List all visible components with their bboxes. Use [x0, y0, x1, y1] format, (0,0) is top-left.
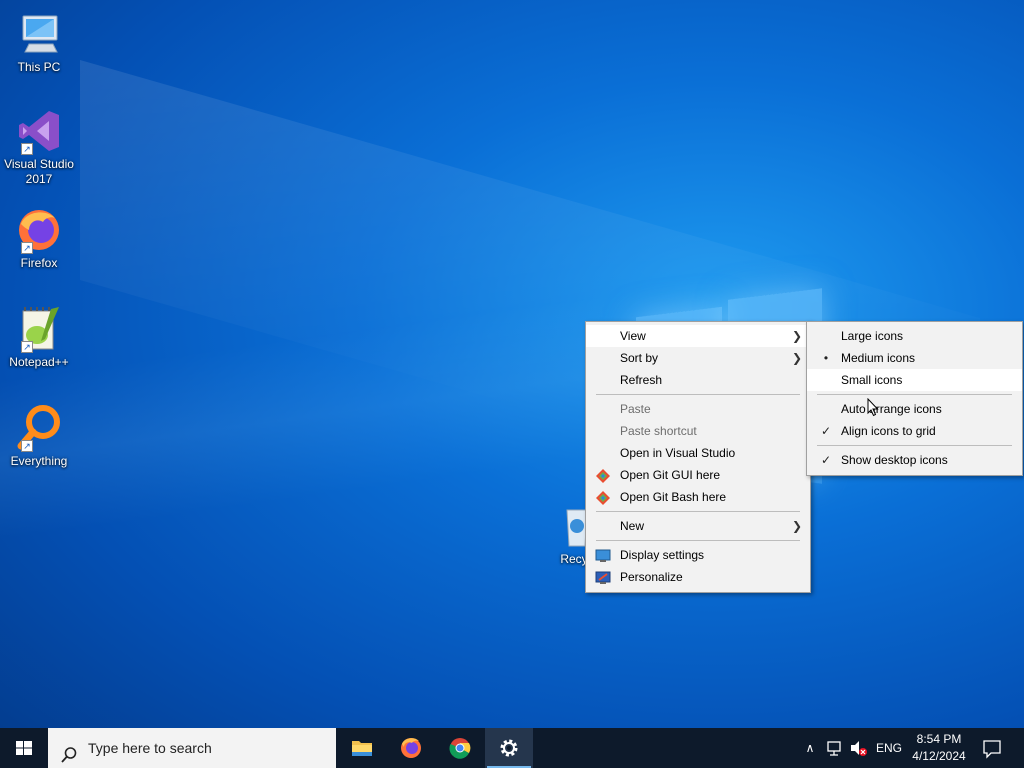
- desktop-icon-label: This PC: [17, 60, 61, 74]
- desktop-icon-visual-studio[interactable]: ↗ Visual Studio 2017: [0, 107, 78, 187]
- submenu-item-align-icons-to-grid[interactable]: ✓ Align icons to grid: [807, 420, 1022, 442]
- desktop-icon-label: Visual Studio 2017: [4, 157, 74, 186]
- windows-logo-icon: [16, 741, 32, 755]
- menu-separator: [817, 445, 1012, 446]
- menu-item-sort-by[interactable]: Sort by ❯: [586, 347, 810, 369]
- submenu-item-large-icons[interactable]: Large icons: [807, 325, 1022, 347]
- radio-bullet-icon: •: [823, 351, 829, 365]
- clock-date: 4/12/2024: [912, 749, 966, 763]
- desktop-icon-notepad-plus-plus[interactable]: ↗ Notepad++: [0, 305, 78, 370]
- taskbar: Type here to search ∧ ENG 8:54 PM 4/12/2…: [0, 728, 1024, 768]
- menu-item-paste[interactable]: Paste: [586, 398, 810, 420]
- visual-studio-icon: ↗: [15, 107, 63, 155]
- taskbar-app-chrome[interactable]: [436, 728, 484, 768]
- file-explorer-icon: [352, 741, 372, 756]
- desktop-icon-everything[interactable]: ↗ Everything: [0, 404, 78, 469]
- display-settings-icon: [595, 548, 611, 562]
- notepad-plus-plus-icon: ↗: [15, 305, 63, 353]
- this-pc-icon: [15, 10, 63, 58]
- language-indicator[interactable]: ENG: [876, 728, 902, 768]
- menu-item-open-git-bash[interactable]: Open Git Bash here: [586, 486, 810, 508]
- search-icon: [60, 739, 78, 763]
- network-icon[interactable]: [825, 728, 845, 768]
- desktop-icon-this-pc[interactable]: This PC: [0, 10, 78, 75]
- menu-item-open-in-visual-studio[interactable]: Open in Visual Studio: [586, 442, 810, 464]
- taskbar-search-box[interactable]: Type here to search: [48, 728, 336, 768]
- menu-item-paste-shortcut[interactable]: Paste shortcut: [586, 420, 810, 442]
- everything-search-icon: ↗: [15, 404, 63, 452]
- menu-separator: [596, 540, 800, 541]
- firefox-icon: ↗: [15, 206, 63, 254]
- desktop-icon-label: Notepad++: [9, 355, 69, 369]
- menu-item-open-git-gui[interactable]: Open Git GUI here: [586, 464, 810, 486]
- mouse-cursor-icon: [867, 397, 879, 417]
- menu-item-refresh[interactable]: Refresh: [586, 369, 810, 391]
- firefox-icon: [401, 738, 421, 758]
- action-center-icon[interactable]: [982, 728, 1002, 768]
- menu-separator: [596, 511, 800, 512]
- shortcut-arrow-icon: ↗: [21, 341, 33, 353]
- shortcut-arrow-icon: ↗: [21, 242, 33, 254]
- submenu-item-small-icons[interactable]: Small icons: [807, 369, 1022, 391]
- personalize-icon: [595, 570, 611, 584]
- start-button[interactable]: [0, 728, 48, 768]
- menu-item-personalize[interactable]: Personalize: [586, 566, 810, 588]
- chevron-right-icon: ❯: [791, 329, 802, 343]
- taskbar-app-firefox[interactable]: [387, 728, 435, 768]
- shortcut-arrow-icon: ↗: [21, 143, 33, 155]
- chrome-icon: [449, 738, 471, 759]
- submenu-item-auto-arrange-icons[interactable]: Auto arrange icons: [807, 398, 1022, 420]
- checkmark-icon: ✓: [820, 453, 832, 467]
- search-placeholder: Type here to search: [88, 740, 212, 756]
- git-bash-icon: [595, 490, 611, 505]
- clock-time: 8:54 PM: [916, 732, 962, 746]
- desktop-context-menu: View ❯ Sort by ❯ Refresh Paste Paste sho…: [585, 321, 811, 593]
- chevron-right-icon: ❯: [791, 351, 802, 365]
- view-submenu: Large icons • Medium icons Small icons A…: [806, 321, 1023, 476]
- submenu-item-medium-icons[interactable]: • Medium icons: [807, 347, 1022, 369]
- taskbar-app-settings[interactable]: [485, 728, 533, 768]
- menu-item-new[interactable]: New ❯: [586, 515, 810, 537]
- desktop-icon-label: Firefox: [20, 256, 58, 270]
- chevron-right-icon: ❯: [791, 519, 802, 533]
- settings-icon: [500, 739, 518, 757]
- taskbar-app-file-explorer[interactable]: [338, 728, 386, 768]
- submenu-item-show-desktop-icons[interactable]: ✓ Show desktop icons: [807, 449, 1022, 471]
- git-gui-icon: [595, 468, 611, 483]
- checkmark-icon: ✓: [820, 424, 832, 438]
- menu-item-display-settings[interactable]: Display settings: [586, 544, 810, 566]
- menu-item-view[interactable]: View ❯: [586, 325, 810, 347]
- desktop-icon-label: Everything: [10, 454, 68, 468]
- menu-separator: [596, 394, 800, 395]
- tray-overflow-chevron-icon[interactable]: ∧: [802, 728, 818, 768]
- desktop-icon-firefox[interactable]: ↗ Firefox: [0, 206, 78, 271]
- shortcut-arrow-icon: ↗: [21, 440, 33, 452]
- menu-separator: [817, 394, 1012, 395]
- volume-muted-icon[interactable]: [849, 728, 869, 768]
- taskbar-clock[interactable]: 8:54 PM 4/12/2024: [906, 731, 972, 765]
